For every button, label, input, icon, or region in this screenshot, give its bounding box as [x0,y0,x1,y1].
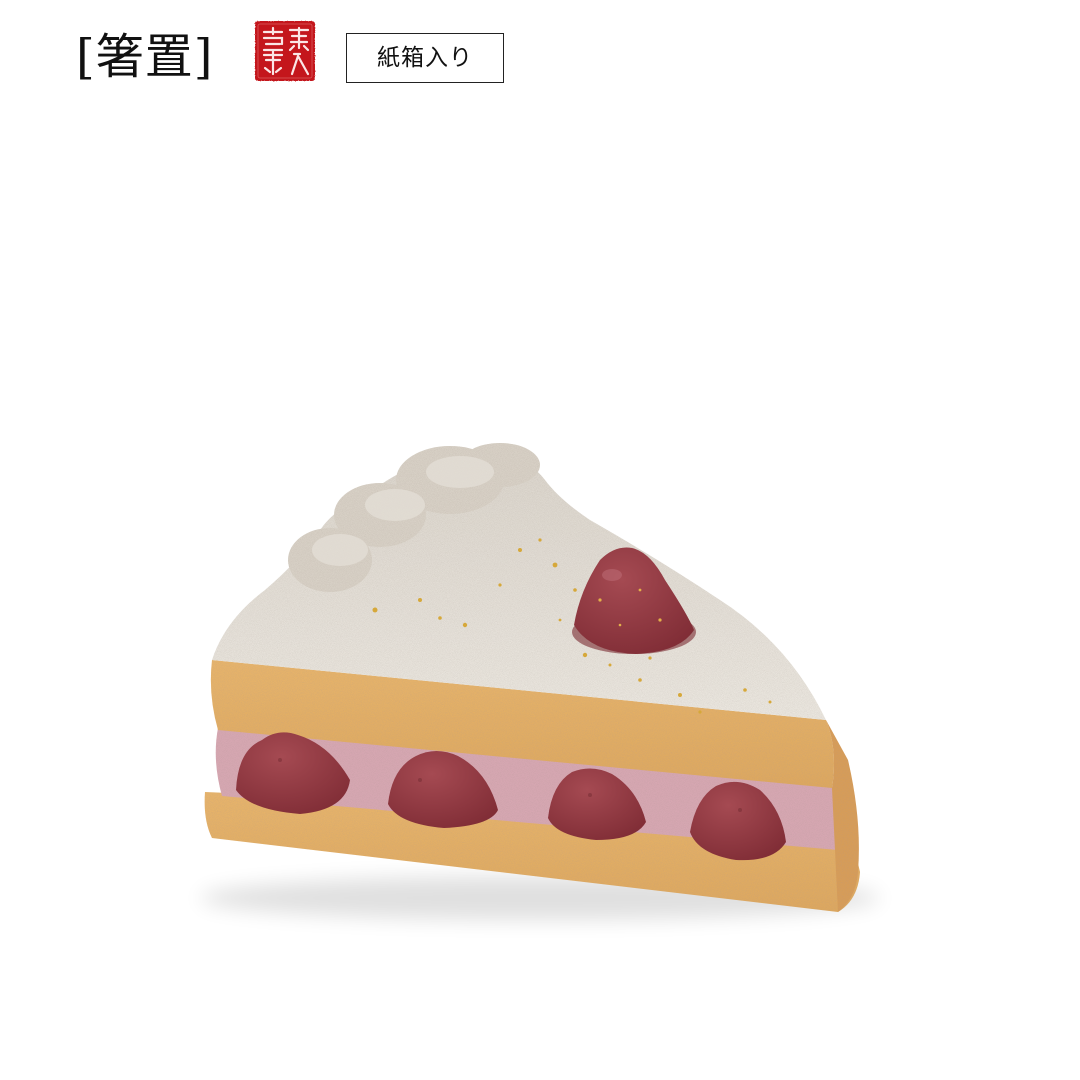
strawberry-shortcake-chopstick-rest-icon [200,443,880,920]
category-title: [箸置] [76,29,214,85]
kiln-seal-icon [255,21,315,81]
header: [箸置] 紙箱入り [0,0,1080,120]
package-badge: 紙箱入り [346,33,504,83]
